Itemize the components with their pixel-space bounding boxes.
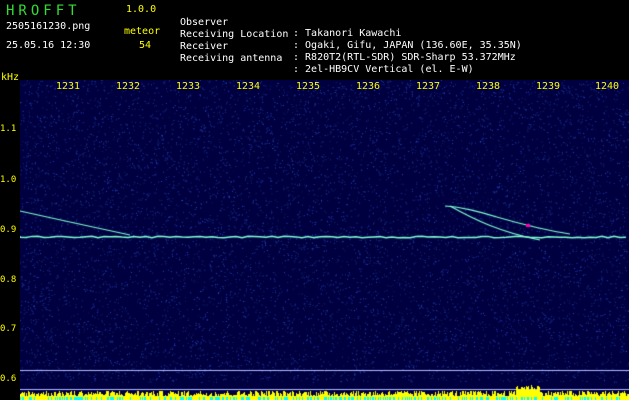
x-tick: 1234	[235, 81, 261, 92]
y-tick: 0.6	[0, 374, 17, 384]
x-tick: 1237	[415, 81, 441, 92]
info-value: : Ogaki, Gifu, JAPAN (136.60E, 35.35N)	[293, 40, 522, 51]
x-tick: 1240	[594, 81, 620, 92]
info-label: Receiving antenna	[180, 53, 283, 64]
x-tick: 1231	[55, 81, 81, 92]
info-antenna: Receiving antenna : 2el-HB9CV Vertical (…	[180, 42, 474, 75]
x-tick: 1232	[115, 81, 141, 92]
meteor-label: meteor	[124, 26, 161, 37]
app-title: HROFFT	[6, 3, 81, 19]
info-observer: Observer : Takanori Kawachi	[180, 6, 401, 39]
x-tick: 1235	[295, 81, 321, 92]
spectrogram-plot	[20, 80, 629, 400]
x-tick: 1239	[535, 81, 561, 92]
info-value: : Takanori Kawachi	[293, 28, 402, 39]
file-name: 2505161230.png	[6, 21, 91, 32]
y-tick: 1.0	[0, 175, 17, 185]
capture-datetime: 25.05.16 12:30	[6, 40, 91, 51]
x-tick: 1236	[355, 81, 381, 92]
y-axis-unit: kHz	[1, 72, 20, 83]
y-tick: 0.8	[0, 275, 17, 285]
info-location: Receiving Location : Ogaki, Gifu, JAPAN …	[180, 18, 522, 51]
meteor-count: 54	[139, 40, 152, 51]
x-tick: 1233	[175, 81, 201, 92]
info-value: : R820T2(RTL-SDR) SDR-Sharp 53.372MHz	[293, 52, 516, 63]
app-version: 1.0.0	[126, 4, 157, 15]
y-tick: 0.7	[0, 324, 17, 334]
info-label: Receiving Location	[180, 29, 289, 40]
y-tick: 0.9	[0, 225, 17, 235]
y-tick: 1.1	[0, 124, 17, 134]
info-value: : 2el-HB9CV Vertical (el. E-W)	[293, 64, 474, 75]
info-receiver: Receiver : R820T2(RTL-SDR) SDR-Sharp 53.…	[180, 30, 516, 63]
x-tick: 1238	[475, 81, 501, 92]
